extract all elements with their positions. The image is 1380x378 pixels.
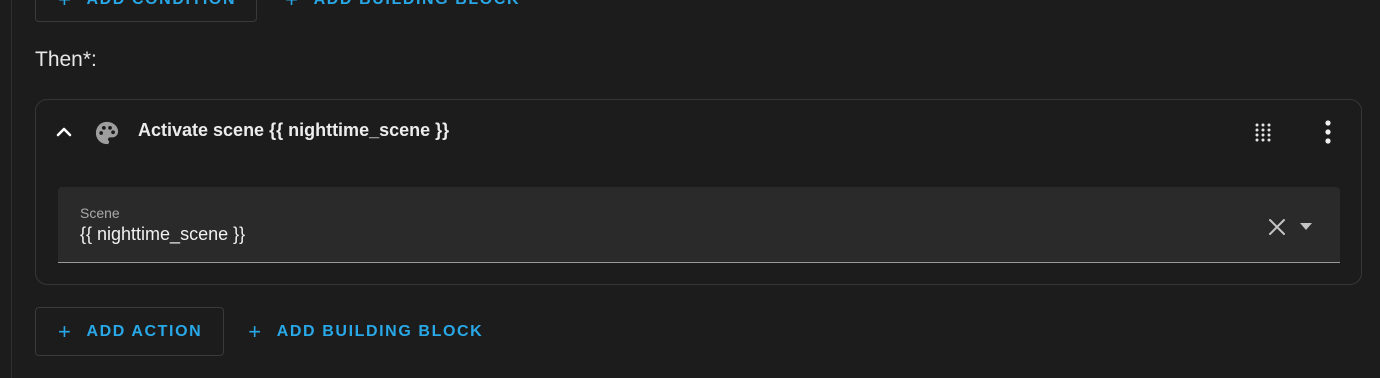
more-vertical-icon[interactable] xyxy=(1316,119,1340,145)
close-icon[interactable] xyxy=(1266,216,1288,238)
scene-select-field[interactable]: Scene {{ nighttime_scene }} xyxy=(58,187,1340,263)
add-building-block-label: ADD BUILDING BLOCK xyxy=(276,322,484,340)
add-building-block-label: ADD BUILDING BLOCK xyxy=(314,0,521,9)
add-action-label: ADD ACTION xyxy=(86,322,203,340)
add-condition-button[interactable]: + ADD CONDITION xyxy=(35,0,258,22)
action-buttons: + ADD ACTION + ADD BUILDING BLOCK xyxy=(35,307,491,356)
automation-editor: + ADD CONDITION + ADD BUILDING BLOCK The… xyxy=(0,0,1380,378)
scene-field-value[interactable]: {{ nighttime_scene }} xyxy=(80,224,245,245)
action-card-header[interactable]: Activate scene {{ nighttime_scene }} xyxy=(36,100,1361,166)
plus-icon: + xyxy=(58,318,73,344)
condition-buttons: + ADD CONDITION + ADD BUILDING BLOCK xyxy=(35,0,528,22)
plus-icon: + xyxy=(248,318,263,344)
add-action-button[interactable]: + ADD ACTION xyxy=(35,307,225,356)
add-condition-label: ADD CONDITION xyxy=(86,0,236,9)
action-title: Activate scene {{ nighttime_scene }} xyxy=(138,120,450,140)
drag-handle-icon[interactable] xyxy=(1252,121,1274,143)
then-section-label: Then*: xyxy=(35,48,97,71)
plus-icon: + xyxy=(285,0,299,11)
section-divider xyxy=(11,0,12,378)
dropdown-arrow-icon[interactable] xyxy=(1298,220,1314,232)
palette-icon xyxy=(95,121,119,145)
add-condition-building-block-button[interactable]: + ADD BUILDING BLOCK xyxy=(277,0,528,22)
plus-icon: + xyxy=(58,0,72,11)
action-card: Activate scene {{ nighttime_scene }} Sce… xyxy=(35,99,1362,285)
scene-field-label: Scene xyxy=(80,205,120,221)
chevron-up-icon[interactable] xyxy=(52,120,76,144)
add-building-block-button[interactable]: + ADD BUILDING BLOCK xyxy=(240,307,491,356)
